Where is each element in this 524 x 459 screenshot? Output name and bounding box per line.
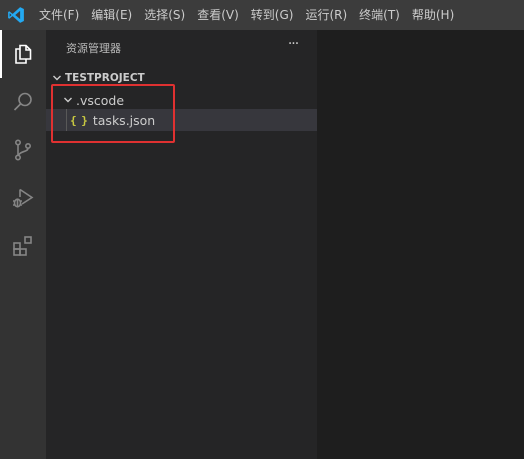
title-bar: 文件(F) 编辑(E) 选择(S) 查看(V) 转到(G) 运行(R) 终端(T…	[0, 0, 524, 30]
section-header-testproject[interactable]: TESTPROJECT	[46, 67, 317, 89]
menu-help[interactable]: 帮助(H)	[406, 0, 460, 30]
json-file-icon: { }	[70, 113, 88, 127]
chevron-down-icon	[60, 89, 76, 111]
sidebar-header: 资源管理器 ···	[46, 30, 317, 65]
menu-file[interactable]: 文件(F)	[33, 0, 85, 30]
menu-view[interactable]: 查看(V)	[191, 0, 245, 30]
search-icon	[13, 92, 32, 111]
activity-source-control[interactable]	[0, 126, 46, 174]
explorer-sidebar: 资源管理器 ··· TESTPROJECT .vscode { } tasks.…	[46, 30, 317, 459]
menu-go[interactable]: 转到(G)	[245, 0, 300, 30]
indent-guide	[66, 109, 67, 131]
folder-label: .vscode	[76, 92, 125, 108]
run-debug-icon	[13, 188, 34, 208]
tree-item-tasks-json[interactable]: { } tasks.json	[46, 109, 317, 131]
extensions-icon	[13, 236, 32, 256]
files-icon	[15, 44, 32, 64]
activity-explorer[interactable]	[0, 30, 46, 78]
section-title: TESTPROJECT	[65, 72, 145, 84]
activity-extensions[interactable]	[0, 222, 46, 270]
vscode-logo-icon	[1, 0, 31, 30]
editor-area[interactable]	[317, 30, 524, 459]
source-control-icon	[15, 139, 32, 161]
file-label: tasks.json	[92, 112, 156, 128]
menu-edit[interactable]: 编辑(E)	[85, 0, 138, 30]
chevron-down-icon	[49, 67, 65, 89]
vscode-window: 文件(F) 编辑(E) 选择(S) 查看(V) 转到(G) 运行(R) 终端(T…	[0, 0, 524, 459]
menu-bar: 文件(F) 编辑(E) 选择(S) 查看(V) 转到(G) 运行(R) 终端(T…	[33, 0, 460, 30]
activity-bar	[0, 30, 46, 459]
sidebar-title: 资源管理器	[66, 42, 121, 55]
menu-selection[interactable]: 选择(S)	[138, 0, 191, 30]
more-actions-icon[interactable]: ···	[284, 37, 302, 55]
tree-item-vscode-folder[interactable]: .vscode	[46, 89, 317, 111]
menu-run[interactable]: 运行(R)	[299, 0, 353, 30]
activity-run-debug[interactable]	[0, 174, 46, 222]
activity-search[interactable]	[0, 78, 46, 126]
menu-terminal[interactable]: 终端(T)	[353, 0, 406, 30]
